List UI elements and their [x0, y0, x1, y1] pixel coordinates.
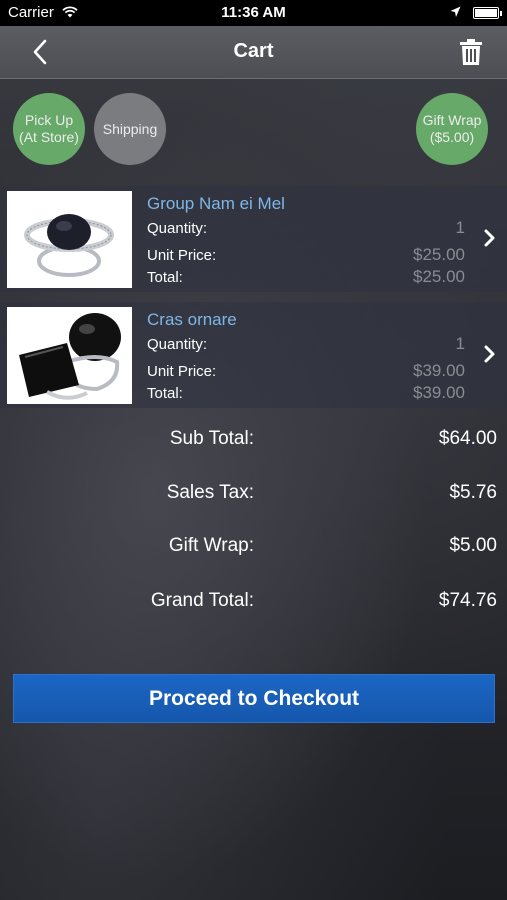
sales-tax-label: Sales Tax: [166, 482, 254, 503]
trash-icon [460, 39, 482, 65]
cart-item[interactable]: Cras ornare Quantity: 1 Unit Price: $39.… [0, 302, 507, 408]
total-value: $39.00 [413, 383, 465, 402]
cart-item[interactable]: Group Nam ei Mel Quantity: 1 Unit Price:… [0, 186, 507, 292]
subtotal-label: Sub Total: [169, 428, 254, 449]
unit-price-value: $39.00 [413, 361, 465, 380]
delete-button[interactable] [459, 38, 483, 66]
gift-wrap-summary-label: Gift Wrap: [168, 535, 254, 556]
total-value: $25.00 [413, 267, 465, 286]
quantity-value: 1 [455, 334, 465, 353]
gift-wrap-label: Gift Wrap ($5.00) [422, 112, 482, 145]
grand-total-label: Grand Total: [150, 590, 254, 611]
chevron-right-icon[interactable] [483, 344, 497, 364]
product-name[interactable]: Cras ornare [147, 310, 237, 330]
total-label: Total: [147, 385, 183, 402]
pickup-at-store-option[interactable]: Pick Up (At Store) [13, 93, 85, 165]
ring-image [24, 214, 114, 277]
chevron-right-icon[interactable] [483, 228, 497, 248]
product-thumbnail [7, 307, 132, 404]
location-icon [450, 5, 461, 22]
shipping-option[interactable]: Shipping [94, 93, 166, 165]
page-title: Cart [233, 40, 274, 62]
status-bar: Carrier 11:36 AM [0, 0, 507, 26]
battery-icon [473, 7, 502, 19]
pickup-label: Pick Up (At Store) [19, 112, 79, 145]
quantity-label: Quantity: [147, 220, 208, 237]
unit-price-value: $25.00 [413, 245, 465, 264]
quantity-value: 1 [455, 218, 465, 237]
total-label: Total: [147, 269, 183, 286]
quantity-label: Quantity: [147, 336, 208, 353]
subtotal-value: $64.00 [438, 428, 497, 449]
proceed-to-checkout-button[interactable]: Proceed to Checkout [13, 674, 495, 723]
product-thumbnail [7, 191, 132, 288]
gift-wrap-summary-value: $5.00 [449, 535, 497, 556]
gift-wrap-option[interactable]: Gift Wrap ($5.00) [416, 93, 488, 165]
status-time: 11:36 AM [221, 4, 286, 21]
nav-bar: Cart [0, 26, 507, 79]
ring-image [19, 313, 121, 400]
product-name[interactable]: Group Nam ei Mel [147, 194, 285, 214]
grand-total-value: $74.76 [438, 590, 497, 611]
unit-price-label: Unit Price: [147, 363, 217, 380]
sales-tax-value: $5.76 [449, 482, 497, 503]
unit-price-label: Unit Price: [147, 247, 217, 264]
shipping-label: Shipping [102, 120, 158, 137]
